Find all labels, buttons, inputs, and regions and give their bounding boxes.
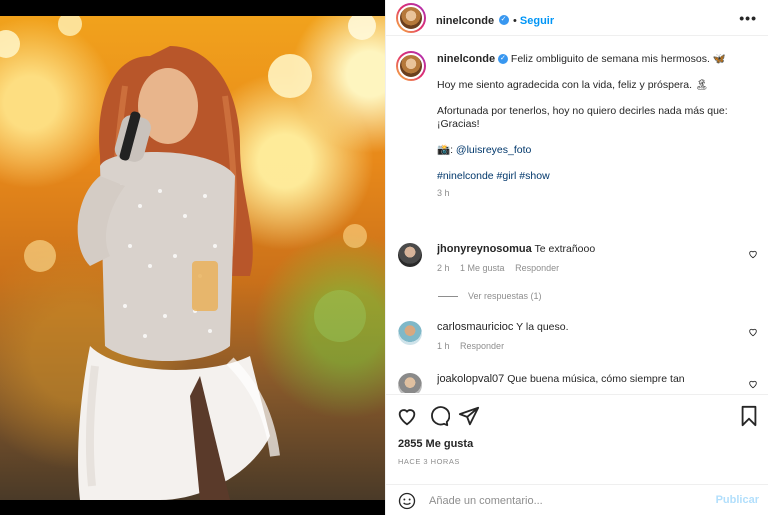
comment-meta: 2 h 1 Me gusta Responder: [437, 263, 567, 273]
heart-icon[interactable]: [748, 249, 758, 259]
author-username[interactable]: ninelconde: [436, 15, 494, 27]
caption-avatar[interactable]: [396, 51, 426, 81]
comment-username[interactable]: joakolopval07: [437, 373, 504, 385]
header-user-line: ninelconde ✓ • Seguir: [436, 11, 554, 29]
comment-avatar[interactable]: [398, 321, 422, 345]
caption-line-1: Feliz ombliguito de semana mis hermosos.…: [510, 53, 726, 65]
post-photo[interactable]: [0, 16, 385, 500]
performer-illustration: [0, 16, 376, 500]
more-options-icon[interactable]: •••: [739, 10, 757, 26]
bookmark-icon[interactable]: [738, 405, 760, 427]
photo-credit-mention[interactable]: @luisreyes_foto: [456, 144, 531, 156]
verified-badge-icon: ✓: [497, 54, 508, 65]
posted-time: HACE 3 HORAS: [398, 457, 460, 466]
emoji-icon[interactable]: [398, 492, 416, 510]
comment-avatar[interactable]: [398, 373, 422, 393]
comment-item: carlosmauricioc Y la queso. 1 h Responde…: [398, 321, 758, 361]
heart-icon[interactable]: [748, 379, 758, 389]
comment-icon[interactable]: [428, 405, 450, 427]
comment-time: 2 h: [437, 263, 450, 273]
follow-button[interactable]: Seguir: [520, 15, 554, 27]
share-icon[interactable]: [458, 405, 480, 427]
replies-line: [438, 296, 458, 298]
post-actions: 2855 Me gusta HACE 3 HORAS Publicar: [386, 394, 768, 515]
comment-input[interactable]: [429, 493, 699, 509]
comment-username[interactable]: carlosmauricioc: [437, 321, 513, 333]
comment-time: 1 h: [437, 341, 450, 351]
verified-badge-icon: ✓: [498, 14, 509, 25]
dot-separator: •: [512, 15, 520, 27]
author-avatar[interactable]: [396, 3, 426, 33]
comment-text: joakolopval07 Que buena música, cómo sie…: [437, 373, 747, 385]
hashtags[interactable]: #ninelconde #girl #show: [437, 170, 757, 183]
add-comment-bar: Publicar: [386, 484, 768, 515]
comment-text: carlosmauricioc Y la queso.: [437, 321, 747, 333]
comment-body: Y la queso.: [516, 321, 569, 333]
post-side-panel: ninelconde ✓ • Seguir ••• ninelconde ✓ F…: [385, 0, 768, 515]
heart-icon[interactable]: [748, 327, 758, 337]
post-caption: ninelconde ✓ Feliz ombliguito de semana …: [437, 53, 757, 200]
caption-line-2: Hoy me siento agradecida con la vida, fe…: [437, 79, 709, 91]
likes-count[interactable]: 2855 Me gusta: [398, 438, 473, 450]
publish-button[interactable]: Publicar: [716, 494, 759, 506]
comment-meta: 1 h Responder: [437, 341, 512, 351]
comments-scroll-area[interactable]: ninelconde ✓ Feliz ombliguito de semana …: [386, 37, 768, 393]
comment-username[interactable]: jhonyreynosomua: [437, 243, 532, 255]
caption-time: 3 h: [437, 188, 450, 198]
caption-line-3a: Afortunada por tenerlos, hoy no quiero d…: [437, 105, 728, 117]
comment-item: jhonyreynosomua Te extrañooo 2 h 1 Me gu…: [398, 243, 758, 283]
comment-likes[interactable]: 1 Me gusta: [460, 263, 505, 273]
camera-emoji: 📸:: [437, 144, 453, 156]
view-replies-label: Ver respuestas (1): [468, 291, 542, 301]
comment-avatar[interactable]: [398, 243, 422, 267]
reply-button[interactable]: Responder: [515, 263, 559, 273]
heart-icon[interactable]: [396, 405, 418, 427]
post-header: ninelconde ✓ • Seguir •••: [386, 0, 768, 36]
caption-line-3b: ¡Gracias!: [437, 118, 480, 130]
post-media: [0, 0, 385, 515]
view-replies-button[interactable]: Ver respuestas (1): [438, 291, 542, 301]
comment-text: jhonyreynosomua Te extrañooo: [437, 243, 747, 255]
comment-body: Que buena música, cómo siempre tan: [507, 373, 685, 385]
reply-button[interactable]: Responder: [460, 341, 504, 351]
caption-username[interactable]: ninelconde: [437, 53, 495, 65]
comment-item: joakolopval07 Que buena música, cómo sie…: [398, 373, 758, 393]
comment-body: Te extrañooo: [534, 243, 596, 255]
